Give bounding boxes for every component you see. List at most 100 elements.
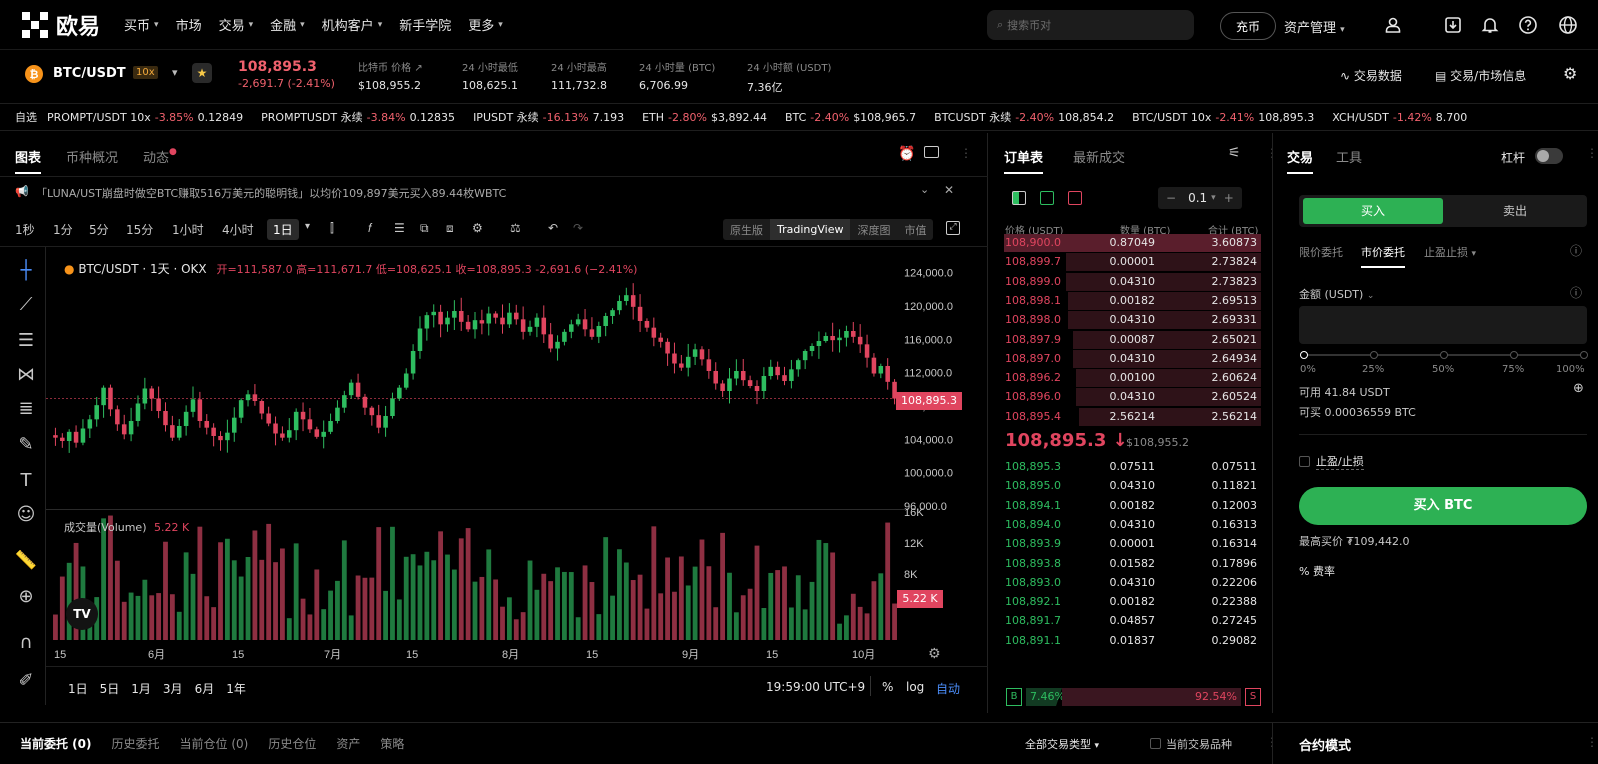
undo-icon[interactable]: ↶ bbox=[548, 221, 558, 235]
ask-row[interactable]: 108,898.1 0.00182 2.69513 bbox=[1004, 291, 1261, 310]
nav-buy-crypto[interactable]: 买币 ▾ bbox=[124, 15, 159, 34]
favorite-item[interactable]: PROMPT/USDT 10x -3.85% 0.12849 bbox=[47, 111, 243, 124]
globe-icon[interactable] bbox=[1556, 13, 1580, 37]
tab-tools[interactable]: 工具 bbox=[1336, 147, 1362, 166]
favorite-item[interactable]: BTC -2.40% $108,965.7 bbox=[785, 111, 916, 124]
tab-recent-trades[interactable]: 最新成交 bbox=[1073, 147, 1125, 166]
info-icon[interactable]: ⓘ bbox=[1570, 242, 1582, 259]
tab-order-history[interactable]: 历史委托 bbox=[112, 735, 160, 752]
range-1y[interactable]: 1年 bbox=[226, 680, 246, 697]
deposit-button[interactable]: 充币 bbox=[1220, 12, 1276, 40]
pair-dropdown-icon[interactable]: ▾ bbox=[172, 66, 178, 79]
drag-handle-icon[interactable]: ⋮ bbox=[960, 146, 972, 160]
brush-icon[interactable]: ✎ bbox=[14, 434, 38, 455]
close-icon[interactable]: ✕ bbox=[944, 183, 954, 197]
ruler-icon[interactable]: 📏 bbox=[14, 550, 38, 571]
order-type-market[interactable]: 市价委托 bbox=[1361, 244, 1405, 268]
logo[interactable]: 欧易 bbox=[22, 9, 100, 41]
ask-row[interactable]: 108,898.0 0.04310 2.69331 bbox=[1004, 311, 1261, 330]
window-icon[interactable] bbox=[924, 146, 939, 158]
range-6m[interactable]: 6月 bbox=[195, 680, 215, 697]
nav-more[interactable]: 更多 ▾ bbox=[468, 15, 503, 34]
lock-drawing-icon[interactable]: ✐ bbox=[14, 670, 38, 691]
slider-stop[interactable] bbox=[1370, 351, 1378, 359]
horizontal-lines-icon[interactable]: ☰ bbox=[14, 330, 38, 351]
asset-management-menu[interactable]: 资产管理 ▾ bbox=[1284, 17, 1345, 36]
nav-finance[interactable]: 金融 ▾ bbox=[270, 15, 305, 34]
fee-rate-link[interactable]: % 费率 bbox=[1299, 563, 1335, 579]
filter-icon[interactable]: ⚟ bbox=[1228, 145, 1241, 161]
nav-market[interactable]: 市场 bbox=[176, 15, 202, 34]
favorite-item[interactable]: IPUSDT 永续 -16.13% 7.193 bbox=[473, 109, 624, 125]
bid-row[interactable]: 108,894.1 0.00182 0.12003 bbox=[1004, 497, 1261, 515]
bid-row[interactable]: 108,893.9 0.00001 0.16314 bbox=[1004, 535, 1261, 553]
trendline-icon[interactable]: ⟋ bbox=[14, 294, 38, 315]
order-type-limit[interactable]: 限价委托 bbox=[1299, 244, 1343, 260]
tab-assets[interactable]: 资产 bbox=[336, 735, 360, 752]
alert-icon[interactable]: ⏰ bbox=[898, 146, 915, 162]
version-market-cap[interactable]: 市值 bbox=[897, 219, 933, 240]
crosshair-icon[interactable]: ┼ bbox=[14, 260, 38, 281]
emoji-icon[interactable]: ☺ bbox=[14, 504, 38, 525]
gear-icon[interactable]: ⚙ bbox=[1563, 64, 1577, 83]
price-step-select[interactable]: − 0.1 ▾ + bbox=[1158, 187, 1242, 209]
timeframe-1h[interactable]: 1小时 bbox=[172, 221, 204, 238]
slider-stop[interactable] bbox=[1580, 351, 1588, 359]
ask-row[interactable]: 108,899.0 0.04310 2.73823 bbox=[1004, 272, 1261, 291]
timeframe-4h[interactable]: 4小时 bbox=[222, 221, 254, 238]
fib-icon[interactable]: ≣ bbox=[14, 398, 38, 419]
pair-selector[interactable]: BTC/USDT bbox=[53, 66, 126, 81]
tab-position-history[interactable]: 历史仓位 bbox=[268, 735, 316, 752]
slider-stop[interactable] bbox=[1300, 351, 1308, 359]
add-funds-icon[interactable]: ⊕ bbox=[1573, 381, 1584, 396]
trading-data-link[interactable]: ∿ 交易数据 bbox=[1340, 67, 1402, 84]
tab-order-book[interactable]: 订单表 bbox=[1004, 147, 1044, 174]
help-icon[interactable] bbox=[1516, 13, 1540, 37]
range-3m[interactable]: 3月 bbox=[163, 680, 183, 697]
chart-settings-icon[interactable]: ⚙ bbox=[472, 221, 483, 235]
news-ticker[interactable]: 「LUNA/UST崩盘时做空BTC赚取516万美元的聪明钱」以均价109,897… bbox=[36, 185, 506, 201]
replay-icon[interactable]: ⧉ bbox=[420, 221, 429, 236]
candlestick-chart[interactable]: 124,000.0 120,000.0 116,000.0 112,000.0 108,… bbox=[46, 248, 988, 703]
ask-row[interactable]: 108,900.0 0.87049 3.60873 bbox=[1004, 234, 1261, 252]
fullscreen-icon[interactable]: ⤢ bbox=[946, 221, 960, 235]
buy-tab-button[interactable]: 买入 bbox=[1303, 198, 1443, 224]
stat-label[interactable]: 比特币 价格 ↗ bbox=[358, 59, 423, 74]
tab-strategies[interactable]: 策略 bbox=[380, 735, 404, 752]
amount-input[interactable] bbox=[1299, 306, 1587, 344]
nav-institutional[interactable]: 机构客户 ▾ bbox=[322, 15, 383, 34]
user-icon[interactable] bbox=[1381, 13, 1405, 37]
bell-icon[interactable] bbox=[1478, 13, 1502, 37]
ask-row[interactable]: 108,897.9 0.00087 2.65021 bbox=[1004, 330, 1261, 349]
tab-open-orders[interactable]: 当前委托 (0) bbox=[20, 735, 92, 752]
favorite-item[interactable]: ETH -2.80% $3,892.44 bbox=[642, 111, 767, 124]
ask-row[interactable]: 108,896.0 0.04310 2.60524 bbox=[1004, 388, 1261, 407]
amount-label[interactable]: 金额 (USDT) ⌄ bbox=[1299, 286, 1374, 302]
auto-scale-toggle[interactable]: 自动 bbox=[936, 680, 960, 697]
scale-icon[interactable]: ⚖ bbox=[510, 221, 521, 235]
bid-row[interactable]: 108,892.1 0.00182 0.22388 bbox=[1004, 593, 1261, 611]
favorite-item[interactable]: BTCUSDT 永续 -2.40% 108,854.2 bbox=[934, 109, 1114, 125]
redo-icon[interactable]: ↷ bbox=[573, 221, 583, 235]
magnet-icon[interactable]: ∩ bbox=[14, 632, 38, 653]
axis-settings-icon[interactable]: ⚙ bbox=[928, 646, 941, 662]
percent-scale-toggle[interactable]: % bbox=[882, 680, 893, 694]
drag-handle-icon[interactable]: ⋮ bbox=[1586, 735, 1598, 749]
timeframe-1d[interactable]: 1日 bbox=[267, 219, 299, 240]
slider-stop[interactable] bbox=[1440, 351, 1448, 359]
book-asks-icon[interactable] bbox=[1068, 191, 1082, 205]
range-1m[interactable]: 1月 bbox=[131, 680, 151, 697]
text-tool-icon[interactable]: T bbox=[14, 470, 38, 491]
plus-icon[interactable]: + bbox=[1216, 191, 1242, 205]
order-type-tpsl[interactable]: 止盈止损 ▾ bbox=[1424, 244, 1476, 260]
nav-trade[interactable]: 交易 ▾ bbox=[219, 15, 254, 34]
leverage-toggle[interactable] bbox=[1535, 148, 1563, 164]
ask-row[interactable]: 108,896.2 0.00100 2.60624 bbox=[1004, 369, 1261, 388]
chevron-down-icon[interactable]: ▾ bbox=[305, 221, 310, 232]
nav-academy[interactable]: 新手学院 bbox=[399, 15, 451, 34]
drag-handle-icon[interactable]: ⋮ bbox=[1586, 146, 1598, 160]
template-icon[interactable]: ☰ bbox=[394, 221, 405, 235]
candle-type-icon[interactable]: ⫿ bbox=[330, 221, 334, 236]
indicators-icon[interactable]: 𝑓 bbox=[368, 221, 372, 236]
version-native[interactable]: 原生版 bbox=[723, 219, 770, 240]
